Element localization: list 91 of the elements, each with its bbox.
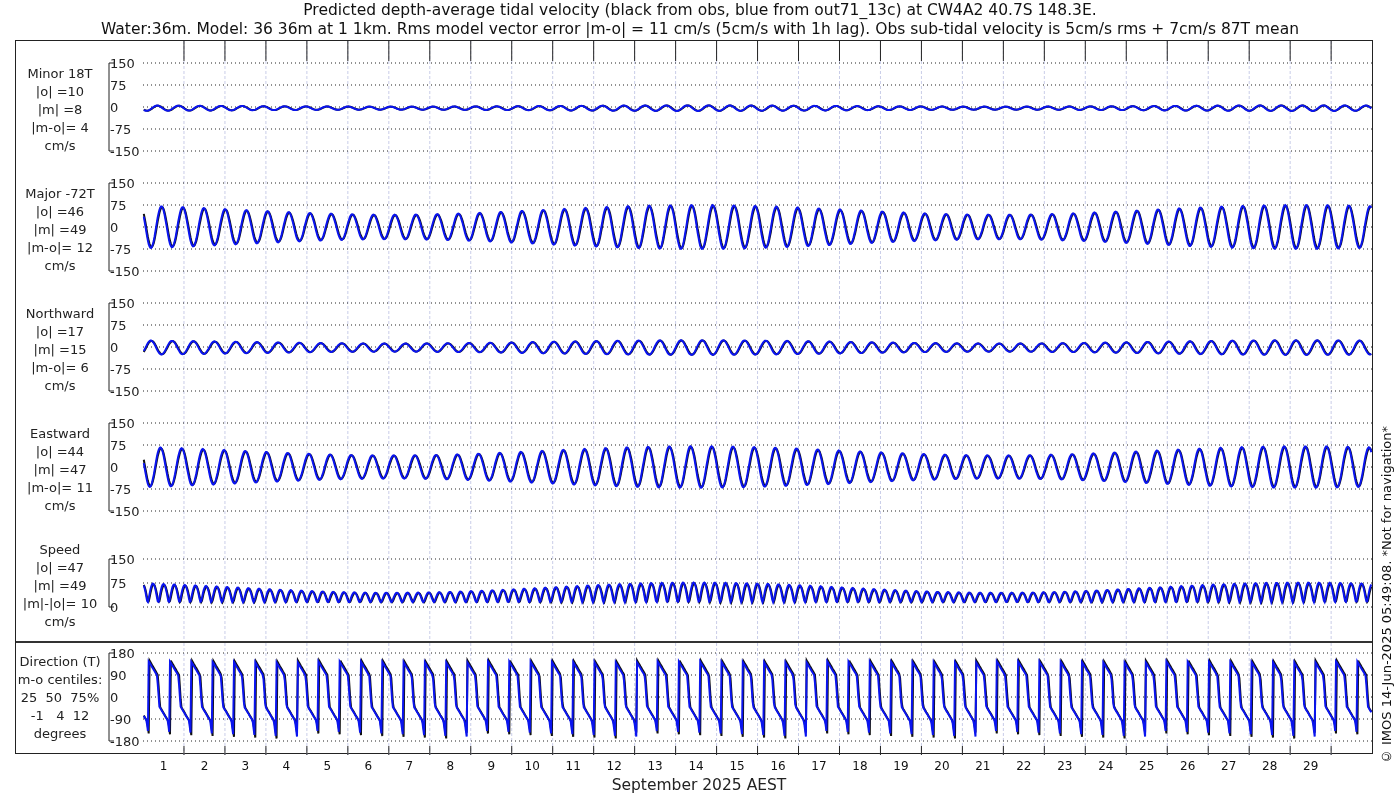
x-tick-label: 8	[446, 758, 455, 775]
x-tick-label: 14	[688, 758, 704, 775]
x-tick-label: 5	[323, 758, 332, 775]
chart-title: Predicted depth-average tidal velocity (black from obs, blue from out71_13c) at CW4A2 40.7S 148.3E.	[303, 1, 1097, 20]
y-tick-label: 75	[110, 78, 127, 93]
x-tick-label: 26	[1180, 758, 1196, 775]
panel-label: |o| =46	[35, 203, 85, 221]
y-tick-label: 150	[110, 56, 135, 71]
panel-label: |m| =49	[33, 221, 87, 239]
y-tick-label: -90	[110, 712, 132, 727]
y-tick-label: 75	[110, 318, 127, 333]
y-tick-label: -150	[110, 384, 140, 399]
y-tick-label: 0	[110, 690, 119, 705]
y-tick-label: 0	[110, 220, 119, 235]
x-tick-label: 7	[405, 758, 414, 775]
panel-label: Eastward	[30, 425, 90, 443]
x-tick-label: 23	[1057, 758, 1073, 775]
y-tick-label: 0	[110, 460, 119, 475]
panel-label: |m| =49	[33, 577, 87, 595]
x-axis-title: September 2025 AEST	[611, 776, 787, 794]
panel-label: cm/s	[44, 377, 76, 395]
x-tick-label: 18	[852, 758, 868, 775]
y-tick-label: 150	[110, 416, 135, 431]
copyright-note: © IMOS 14-Jun-2025 05:49:08. *Not for navigation*	[1377, 425, 1395, 764]
panel-label: |o| =17	[35, 323, 85, 341]
y-tick-label: -150	[110, 264, 140, 279]
x-tick-label: 19	[893, 758, 909, 775]
x-tick-label: 27	[1221, 758, 1237, 775]
x-tick-label: 3	[241, 758, 250, 775]
panel-label: m-o centiles:	[17, 671, 103, 689]
panel-label: |o| =47	[35, 559, 85, 577]
y-tick-label: 150	[110, 296, 135, 311]
panel-label: cm/s	[44, 137, 76, 155]
panel-label: |m-o|= 6	[31, 359, 89, 377]
x-tick-label: 4	[282, 758, 291, 775]
x-tick-label: 29	[1303, 758, 1319, 775]
y-tick-label: -180	[110, 734, 140, 749]
x-tick-label: 11	[565, 758, 581, 775]
x-tick-label: 22	[1016, 758, 1032, 775]
y-tick-label: 180	[110, 646, 135, 661]
panel-label: |m| =15	[33, 341, 87, 359]
y-tick-label: -75	[110, 362, 132, 377]
x-tick-label: 6	[364, 758, 373, 775]
panel-label: |m|-|o|= 10	[22, 595, 98, 613]
y-tick-label: -75	[110, 482, 132, 497]
panel-label: |m-o|= 11	[27, 479, 93, 497]
panel-label: |m-o|= 4	[31, 119, 89, 137]
y-tick-label: -150	[110, 144, 140, 159]
x-tick-label: 24	[1098, 758, 1114, 775]
y-tick-label: 75	[110, 438, 127, 453]
panel-label: |m| =8	[37, 101, 83, 119]
y-tick-label: -75	[110, 242, 132, 257]
y-tick-label: 150	[110, 176, 135, 191]
x-tick-label: 13	[647, 758, 663, 775]
panel-label: |m-o|= 12	[27, 239, 93, 257]
panel-label: Direction (T)	[19, 653, 101, 671]
panel-label: |m| =47	[33, 461, 87, 479]
panel-label: cm/s	[44, 257, 76, 275]
panel-label: Speed	[39, 541, 81, 559]
panel-label: degrees	[33, 725, 87, 743]
x-tick-label: 25	[1139, 758, 1155, 775]
panel-label: |o| =10	[35, 83, 85, 101]
y-tick-label: 75	[110, 198, 127, 213]
y-tick-label: -75	[110, 122, 132, 137]
y-tick-label: 150	[110, 552, 135, 567]
y-tick-label: 0	[110, 100, 119, 115]
y-tick-label: 75	[110, 576, 127, 591]
x-tick-label: 17	[811, 758, 827, 775]
panel-label: cm/s	[44, 497, 76, 515]
panel-label: Minor 18T	[27, 65, 93, 83]
x-tick-label: 21	[975, 758, 991, 775]
y-tick-label: -150	[110, 504, 140, 519]
y-tick-label: 0	[110, 600, 119, 615]
x-tick-label: 2	[200, 758, 209, 775]
x-tick-label: 12	[606, 758, 622, 775]
x-tick-label: 9	[487, 758, 496, 775]
y-tick-label: 0	[110, 340, 119, 355]
y-tick-label: 90	[110, 668, 127, 683]
panel-label: Major -72T	[25, 185, 95, 203]
chart-title: Water:36m. Model: 36 36m at 1 1km. Rms model vector error |m-o| = 11 cm/s (5cm/s with 1h lag). Obs sub-tidal velocity is 5cm/s rms + 7cm/s 87T mean	[101, 20, 1299, 39]
panel-label: Northward	[25, 305, 95, 323]
x-tick-label: 16	[770, 758, 786, 775]
panel-label: 25 50 75%	[20, 689, 100, 707]
panel-label: |o| =44	[35, 443, 85, 461]
x-tick-label: 28	[1262, 758, 1278, 775]
x-tick-label: 20	[934, 758, 950, 775]
x-tick-label: 1	[159, 758, 168, 775]
x-tick-label: 15	[729, 758, 745, 775]
panel-label: -1 4 12	[30, 707, 90, 725]
panel-label: cm/s	[44, 613, 76, 631]
x-tick-label: 10	[524, 758, 540, 775]
